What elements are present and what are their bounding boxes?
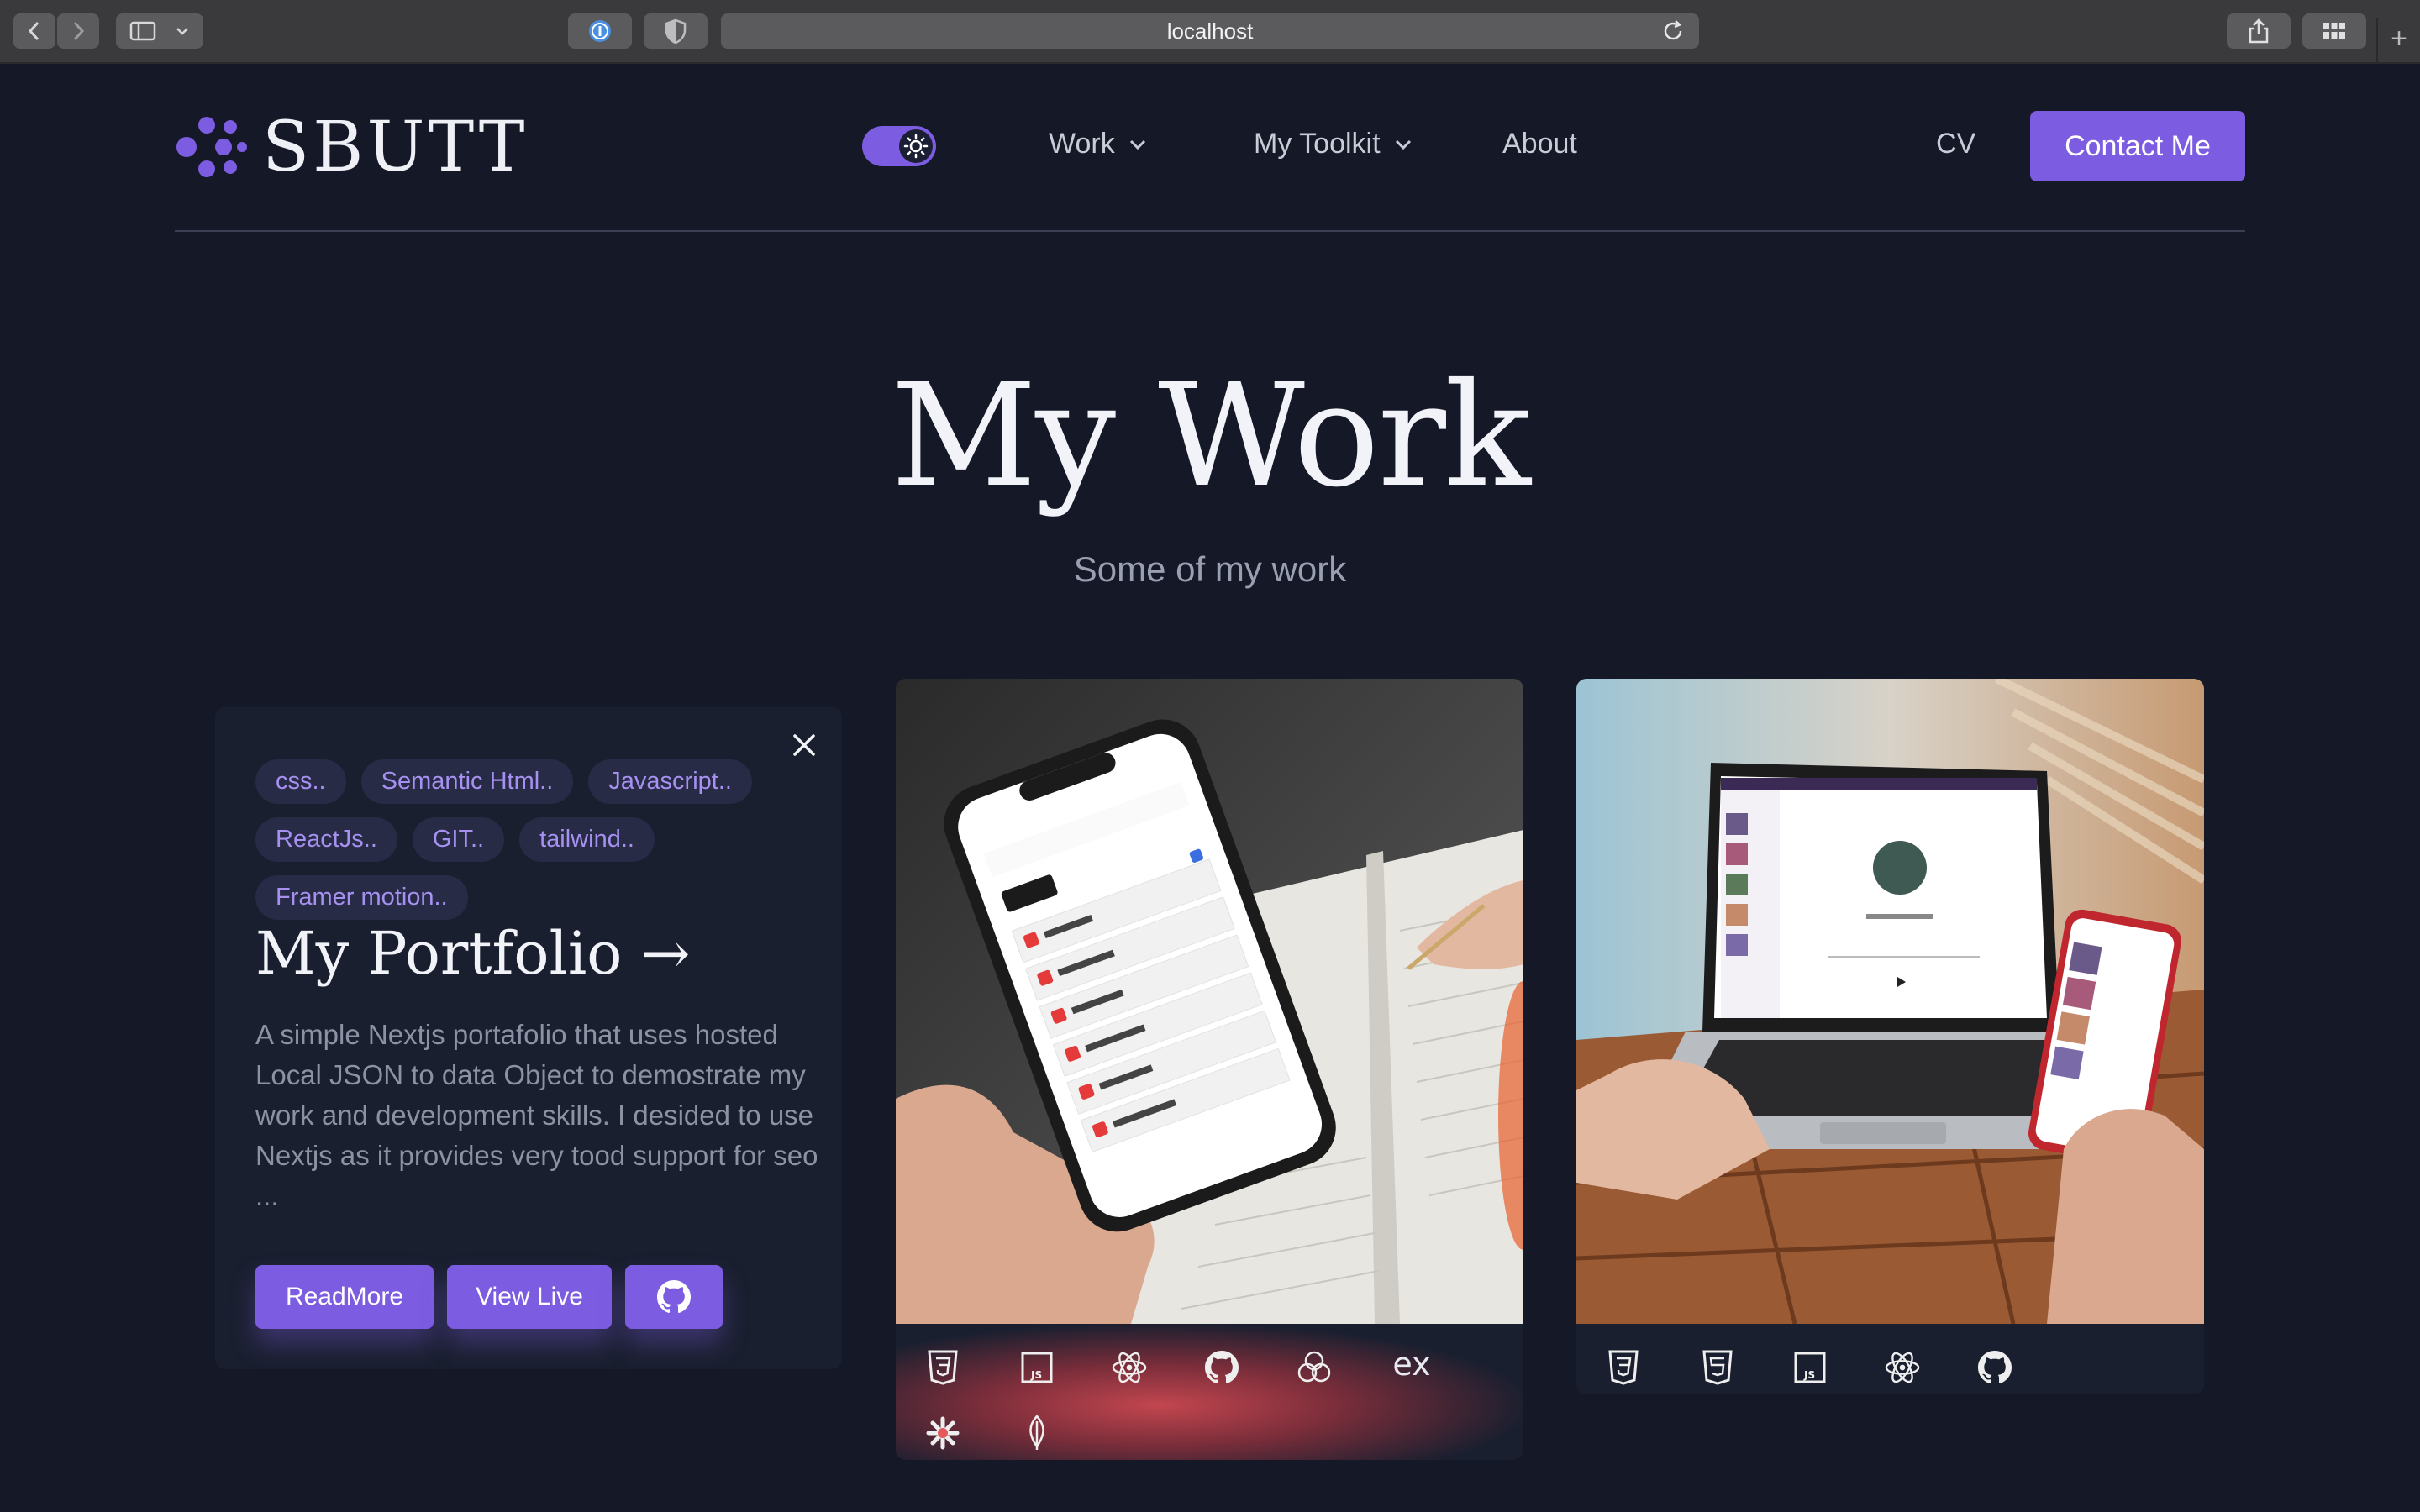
mongodb-icon [1018,1415,1055,1452]
password-manager-icon [589,20,611,42]
logo-icon [176,117,247,177]
svelte-icon [924,1415,961,1452]
logo[interactable]: SBUTT [175,107,529,187]
tag-semantic-html: Semantic Html.. [360,759,574,804]
project-description: A simple Nextjs portafolio that uses hos… [255,1019,818,1211]
browser-toolbar: localhost + [0,0,2420,64]
chevron-down-icon [176,28,188,35]
theme-toggle[interactable] [862,126,936,166]
nav-about[interactable]: About [1502,128,1577,160]
chevron-right-icon [73,21,85,41]
tag-css: css.. [255,759,346,804]
chevron-down-icon [1129,139,1145,150]
tag-git: GIT.. [412,817,505,862]
shield-icon [665,18,687,44]
nav-about-label: About [1502,128,1577,160]
header-divider [175,230,2245,232]
page-subtitle: Some of my work [1073,549,1347,589]
sidebar-toggle-button[interactable] [116,13,203,49]
page-title: My Work [891,353,1531,519]
svg-text:JS: JS [1803,1369,1815,1381]
url-text: localhost [1166,18,1254,44]
project-card-shopping-list[interactable]: JS ex [896,679,1523,1460]
project-screenshot-phone [896,679,1523,1324]
tag-list: css.. Semantic Html.. Javascript.. React… [255,759,827,920]
reload-icon[interactable] [1660,18,1686,44]
back-button[interactable] [13,13,55,49]
nav-work-label: Work [1049,128,1115,160]
site-header: SBUTT Work My Toolkit About CV Contact M… [0,62,2420,230]
nav-my-toolkit[interactable]: My Toolkit [1254,128,1413,160]
express-icon: ex [1392,1346,1431,1383]
new-tab-button[interactable]: + [2376,18,2420,62]
sun-icon [903,134,929,159]
nav-my-toolkit-label: My Toolkit [1254,128,1381,160]
view-live-button[interactable]: View Live [447,1265,612,1329]
tag-tailwind: tailwind.. [519,817,655,862]
share-button[interactable] [2227,13,2291,49]
project-title-link[interactable]: My Portfolio → [255,919,690,988]
javascript-icon: JS [1791,1349,1828,1386]
html5-icon [1699,1349,1736,1386]
sidebar-icon [129,21,156,41]
svg-text:JS: JS [1030,1369,1042,1381]
privacy-shield-button[interactable] [644,13,708,49]
project-card-music-player[interactable]: JS [1576,679,2204,1394]
github-icon [1203,1349,1240,1386]
grid-icon [2323,23,2345,39]
nav-work[interactable]: Work [1049,128,1147,160]
javascript-icon: JS [1018,1349,1055,1386]
chevron-down-icon [1395,139,1411,150]
project-actions: ReadMore View Live [255,1265,723,1329]
github-icon [1976,1349,2013,1386]
share-icon [2249,18,2269,44]
contact-me-button[interactable]: Contact Me [2030,111,2245,181]
password-extension-button[interactable] [568,13,632,49]
github-icon [657,1280,691,1314]
react-icon [1111,1349,1148,1386]
tag-reactjs: ReactJs.. [255,817,397,862]
close-icon[interactable] [790,731,818,759]
tab-overview-button[interactable] [2302,13,2366,49]
tag-framer-motion: Framer motion.. [255,875,468,920]
project-screenshot-laptop [1576,679,2204,1324]
nav-cv-label: CV [1936,128,1976,160]
read-more-button[interactable]: ReadMore [255,1265,434,1329]
project-card-details: css.. Semantic Html.. Javascript.. React… [215,707,842,1369]
address-bar[interactable]: localhost [721,13,1699,49]
toggle-knob [899,129,933,163]
chevron-left-icon [28,21,39,41]
nav-cv[interactable]: CV [1936,128,1975,160]
logo-text: SBUTT [262,107,529,187]
framer-icon [1296,1349,1333,1386]
tech-stack-icons: JS [1576,1324,2204,1394]
forward-button[interactable] [57,13,99,49]
tag-javascript: Javascript.. [588,759,752,804]
react-icon [1884,1349,1921,1386]
css3-icon [1605,1349,1642,1386]
github-button[interactable] [625,1265,723,1329]
tech-stack-icons: JS ex [896,1324,1523,1460]
css3-icon [924,1349,961,1386]
